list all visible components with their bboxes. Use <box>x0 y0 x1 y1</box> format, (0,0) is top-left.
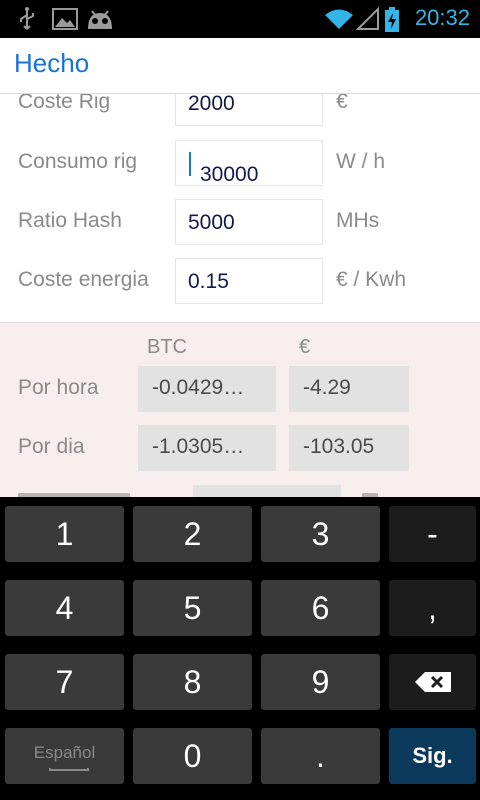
result-label: Por dia <box>18 435 85 458</box>
wifi-icon <box>325 9 353 29</box>
form-unit: € / Kwh <box>336 268 407 291</box>
done-button[interactable]: Hecho <box>14 48 89 79</box>
btc-column-header: BTC <box>147 336 187 358</box>
android-head-icon <box>88 10 112 29</box>
eur-value: -103.05 <box>303 435 375 458</box>
form-unit: W / h <box>336 150 386 173</box>
btc-value-box: -1.0305… <box>138 425 276 471</box>
form-area: Coste Rig 2000 € Consumo rig 30000 W / h… <box>0 94 480 322</box>
btc-value: -0.0429… <box>152 376 245 399</box>
result-label: Por hora <box>18 376 99 399</box>
language-label: Español <box>33 743 96 762</box>
form-label: Consumo rig <box>18 150 138 173</box>
usb-icon <box>20 7 34 30</box>
key-9[interactable]: 9 <box>261 654 380 710</box>
result-row-por-hora: Por hora -0.0429… -4.29 <box>0 366 480 412</box>
result-row-por-dia: Por dia -1.0305… -103.05 <box>0 425 480 471</box>
form-row-coste-energia: Coste energia 0.15 € / Kwh <box>0 258 480 306</box>
key-minus[interactable]: - <box>389 506 476 562</box>
numeric-keyboard: 1 2 3 - 4 5 6 , 7 8 9 Español 0 . Sig. <box>0 497 480 800</box>
text-cursor <box>189 152 191 176</box>
action-bar: Hecho <box>0 38 480 94</box>
language-key[interactable]: Español <box>5 728 124 784</box>
battery-charging-icon <box>385 7 399 32</box>
form-label: Ratio Hash <box>18 209 122 232</box>
next-key[interactable]: Sig. <box>389 728 476 784</box>
image-icon <box>52 8 78 30</box>
key-7[interactable]: 7 <box>5 654 124 710</box>
field-value: 0.15 <box>188 270 229 293</box>
key-6[interactable]: 6 <box>261 580 380 636</box>
key-5[interactable]: 5 <box>133 580 252 636</box>
status-time: 20:32 <box>414 5 470 30</box>
field-value: 30000 <box>200 163 259 186</box>
eur-value: -4.29 <box>303 376 351 399</box>
btc-value: -1.0305… <box>152 435 245 458</box>
status-bar: 20:32 <box>0 0 480 38</box>
key-period[interactable]: . <box>261 728 380 784</box>
eur-value-box: -4.29 <box>289 366 409 412</box>
form-label: Coste Rig <box>18 94 111 113</box>
eur-column-header: € <box>299 336 311 358</box>
eur-value-box: -103.05 <box>289 425 409 471</box>
ratio-hash-input[interactable]: 5000 <box>175 199 323 245</box>
key-comma[interactable]: , <box>389 580 476 636</box>
form-label: Coste energia <box>18 268 149 291</box>
form-row-ratio-hash: Ratio Hash 5000 MHs <box>0 199 480 247</box>
form-unit: € <box>336 94 348 113</box>
results-panel: BTC € Por hora -0.0429… -4.29 Por dia -1… <box>0 322 480 502</box>
signal-icon <box>356 7 379 30</box>
form-row-consumo-rig: Consumo rig 30000 W / h <box>0 140 480 188</box>
backspace-key[interactable] <box>389 654 476 710</box>
coste-rig-input[interactable]: 2000 <box>175 94 323 126</box>
spacebar-indicator <box>49 768 89 771</box>
coste-energia-input[interactable]: 0.15 <box>175 258 323 304</box>
key-8[interactable]: 8 <box>133 654 252 710</box>
backspace-icon <box>414 672 451 692</box>
key-2[interactable]: 2 <box>133 506 252 562</box>
consumo-rig-input[interactable]: 30000 <box>175 140 323 186</box>
field-value: 5000 <box>188 211 235 234</box>
form-unit: MHs <box>336 209 380 232</box>
btc-value-box: -0.0429… <box>138 366 276 412</box>
key-1[interactable]: 1 <box>5 506 124 562</box>
form-row-coste-rig: Coste Rig 2000 € <box>0 94 480 128</box>
key-4[interactable]: 4 <box>5 580 124 636</box>
key-3[interactable]: 3 <box>261 506 380 562</box>
key-0[interactable]: 0 <box>133 728 252 784</box>
field-value: 2000 <box>188 94 235 115</box>
